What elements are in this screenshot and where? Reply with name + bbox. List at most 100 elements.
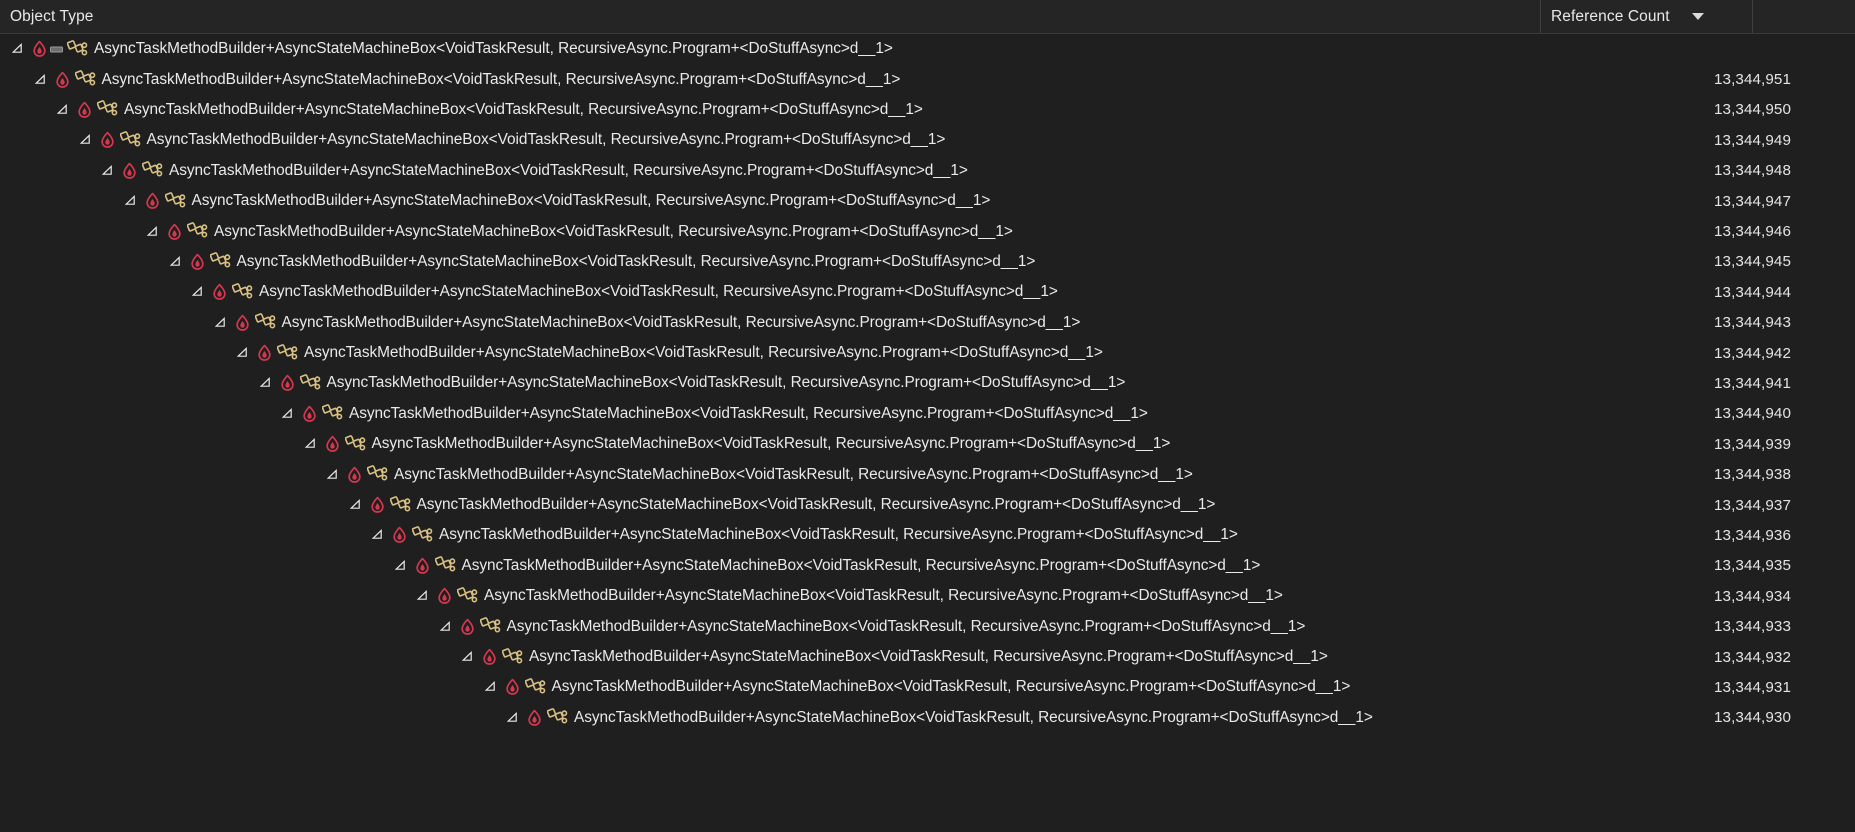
table-row[interactable]: AsyncTaskMethodBuilder+AsyncStateMachine… <box>0 672 1855 702</box>
table-row[interactable]: AsyncTaskMethodBuilder+AsyncStateMachine… <box>0 95 1855 125</box>
expander-triangle-icon[interactable] <box>213 315 229 331</box>
flame-icon <box>279 374 296 392</box>
table-row[interactable]: AsyncTaskMethodBuilder+AsyncStateMachine… <box>0 186 1855 216</box>
row-content: AsyncTaskMethodBuilder+AsyncStateMachine… <box>0 647 1328 667</box>
expander-triangle-icon[interactable] <box>123 193 139 209</box>
flame-icon <box>526 709 543 727</box>
object-type-label: AsyncTaskMethodBuilder+AsyncStateMachine… <box>101 70 901 88</box>
table-row[interactable]: AsyncTaskMethodBuilder+AsyncStateMachine… <box>0 399 1855 429</box>
object-type-label: AsyncTaskMethodBuilder+AsyncStateMachine… <box>574 708 1373 726</box>
expander-triangle-icon[interactable] <box>235 345 251 361</box>
object-node-icon <box>74 70 96 89</box>
table-row[interactable]: AsyncTaskMethodBuilder+AsyncStateMachine… <box>0 34 1855 64</box>
object-type-label: AsyncTaskMethodBuilder+AsyncStateMachine… <box>124 100 923 118</box>
object-node-icon <box>434 556 456 575</box>
object-node-icon <box>479 617 501 636</box>
row-content: AsyncTaskMethodBuilder+AsyncStateMachine… <box>0 434 1171 454</box>
object-node-icon <box>344 434 366 454</box>
table-row[interactable]: AsyncTaskMethodBuilder+AsyncStateMachine… <box>0 156 1855 186</box>
object-node-icon <box>187 222 208 241</box>
reference-count-value: 13,344,940 <box>1713 405 1791 423</box>
flame-icon <box>459 618 476 636</box>
row-content: AsyncTaskMethodBuilder+AsyncStateMachine… <box>0 678 1350 697</box>
column-header-object-type[interactable]: Object Type <box>0 0 1541 33</box>
expander-triangle-icon[interactable] <box>370 527 386 543</box>
expander-triangle-icon[interactable] <box>55 102 71 118</box>
table-row[interactable]: AsyncTaskMethodBuilder+AsyncStateMachine… <box>0 429 1855 459</box>
expander-triangle-icon[interactable] <box>483 679 499 695</box>
reference-count-value: 13,344,944 <box>1713 283 1791 301</box>
expander-triangle-icon[interactable] <box>10 41 26 57</box>
row-content: AsyncTaskMethodBuilder+AsyncStateMachine… <box>0 526 1238 545</box>
expander-triangle-icon[interactable] <box>325 467 341 483</box>
object-node-icon <box>232 282 253 302</box>
object-node-icon <box>367 465 388 484</box>
reference-count-value: 13,344,948 <box>1713 162 1791 180</box>
reference-count-value: 13,344,932 <box>1713 648 1791 666</box>
table-row[interactable]: AsyncTaskMethodBuilder+AsyncStateMachine… <box>0 125 1855 155</box>
table-row[interactable]: AsyncTaskMethodBuilder+AsyncStateMachine… <box>0 64 1855 94</box>
expander-triangle-icon[interactable] <box>100 163 116 179</box>
object-type-label: AsyncTaskMethodBuilder+AsyncStateMachine… <box>236 252 1036 270</box>
column-header-reference-count[interactable]: Reference Count <box>1541 0 1753 33</box>
row-content: AsyncTaskMethodBuilder+AsyncStateMachine… <box>0 708 1373 727</box>
table-row[interactable]: AsyncTaskMethodBuilder+AsyncStateMachine… <box>0 551 1855 581</box>
flame-icon <box>256 344 273 362</box>
object-node-icon <box>389 495 411 515</box>
expander-triangle-icon[interactable] <box>438 619 454 635</box>
table-row[interactable]: AsyncTaskMethodBuilder+AsyncStateMachine… <box>0 703 1855 733</box>
object-node-icon <box>412 526 433 545</box>
object-node-icon <box>119 130 141 150</box>
table-row[interactable]: AsyncTaskMethodBuilder+AsyncStateMachine… <box>0 642 1855 672</box>
expander-triangle-icon[interactable] <box>190 284 206 300</box>
reference-count-value: 13,344,947 <box>1713 192 1791 210</box>
table-row[interactable]: AsyncTaskMethodBuilder+AsyncStateMachine… <box>0 247 1855 277</box>
flame-icon <box>211 283 228 301</box>
object-type-label: AsyncTaskMethodBuilder+AsyncStateMachine… <box>484 587 1283 605</box>
reference-count-value: 13,344,937 <box>1713 496 1791 514</box>
expander-triangle-icon[interactable] <box>505 710 521 726</box>
table-row[interactable]: AsyncTaskMethodBuilder+AsyncStateMachine… <box>0 368 1855 398</box>
reference-count-value: 13,344,936 <box>1713 526 1791 544</box>
table-row[interactable]: AsyncTaskMethodBuilder+AsyncStateMachine… <box>0 581 1855 611</box>
table-row[interactable]: AsyncTaskMethodBuilder+AsyncStateMachine… <box>0 459 1855 489</box>
flame-icon <box>391 526 408 544</box>
object-type-label: AsyncTaskMethodBuilder+AsyncStateMachine… <box>461 556 1261 574</box>
table-row[interactable]: AsyncTaskMethodBuilder+AsyncStateMachine… <box>0 520 1855 550</box>
object-type-label: AsyncTaskMethodBuilder+AsyncStateMachine… <box>169 161 968 179</box>
grid-header: Object Type Reference Count <box>0 0 1855 34</box>
expander-triangle-icon[interactable] <box>393 558 409 574</box>
row-content: AsyncTaskMethodBuilder+AsyncStateMachine… <box>0 161 968 180</box>
expander-triangle-icon[interactable] <box>280 406 296 422</box>
object-type-label: AsyncTaskMethodBuilder+AsyncStateMachine… <box>304 344 1103 362</box>
expander-triangle-icon[interactable] <box>415 588 431 604</box>
expander-triangle-icon[interactable] <box>348 497 364 513</box>
table-row[interactable]: AsyncTaskMethodBuilder+AsyncStateMachine… <box>0 338 1855 368</box>
expander-triangle-icon[interactable] <box>460 649 476 665</box>
object-node-icon <box>67 39 88 59</box>
table-row[interactable]: AsyncTaskMethodBuilder+AsyncStateMachine… <box>0 611 1855 641</box>
expander-triangle-icon[interactable] <box>258 375 274 391</box>
object-type-label: AsyncTaskMethodBuilder+AsyncStateMachine… <box>349 404 1148 422</box>
expander-triangle-icon[interactable] <box>168 254 184 270</box>
row-content: AsyncTaskMethodBuilder+AsyncStateMachine… <box>0 282 1058 302</box>
object-node-icon <box>209 252 231 271</box>
reference-count-value: 13,344,945 <box>1713 253 1791 271</box>
row-content: AsyncTaskMethodBuilder+AsyncStateMachine… <box>0 313 1080 332</box>
table-row[interactable]: AsyncTaskMethodBuilder+AsyncStateMachine… <box>0 216 1855 246</box>
object-type-label: AsyncTaskMethodBuilder+AsyncStateMachine… <box>371 435 1171 453</box>
object-node-icon <box>277 343 298 363</box>
expander-triangle-icon[interactable] <box>303 436 319 452</box>
expander-triangle-icon[interactable] <box>78 132 94 148</box>
expander-triangle-icon[interactable] <box>145 224 161 240</box>
table-row[interactable]: AsyncTaskMethodBuilder+AsyncStateMachine… <box>0 490 1855 520</box>
equals-bar-icon <box>50 41 63 58</box>
reference-count-value: 13,344,930 <box>1713 709 1791 727</box>
object-node-icon <box>457 586 478 606</box>
row-content: AsyncTaskMethodBuilder+AsyncStateMachine… <box>0 556 1260 575</box>
table-row[interactable]: AsyncTaskMethodBuilder+AsyncStateMachine… <box>0 277 1855 307</box>
expander-triangle-icon[interactable] <box>33 72 49 88</box>
table-row[interactable]: AsyncTaskMethodBuilder+AsyncStateMachine… <box>0 308 1855 338</box>
flame-icon <box>166 223 183 241</box>
flame-icon <box>369 496 386 514</box>
